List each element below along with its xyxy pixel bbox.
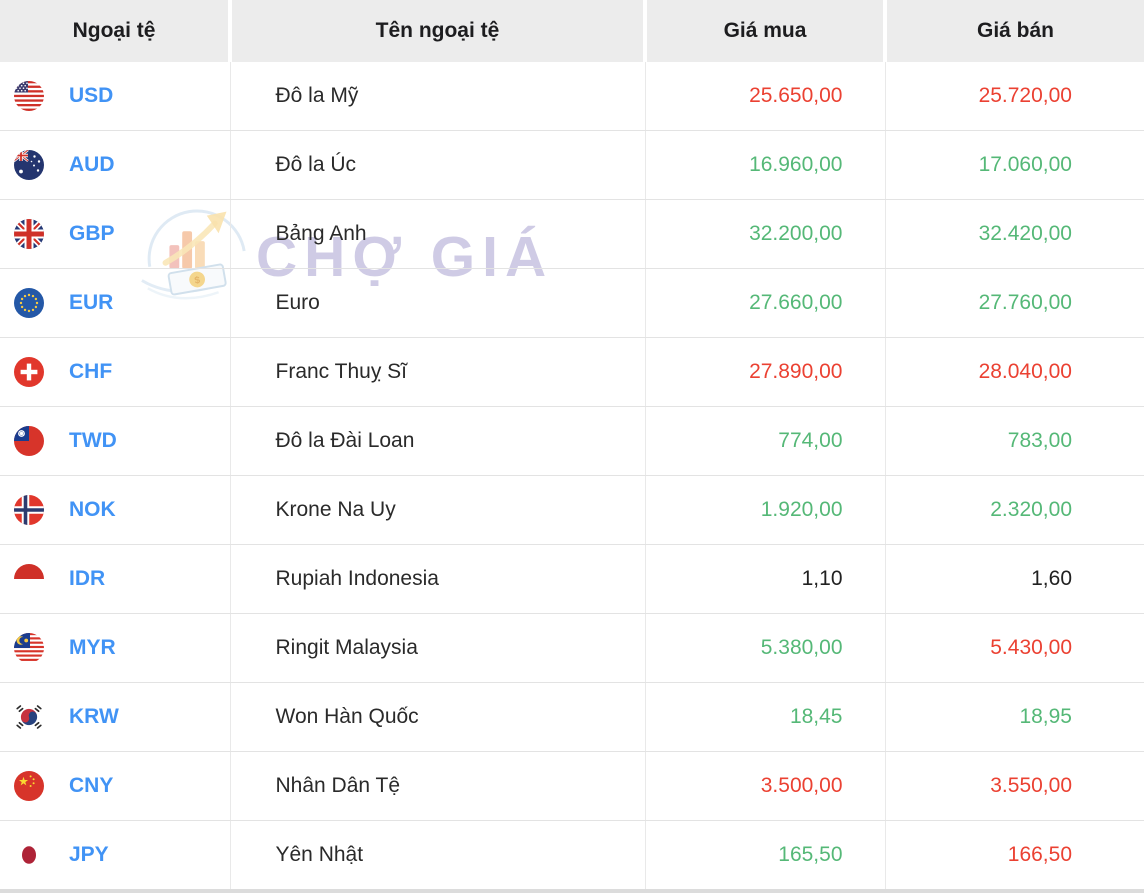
- aud-flag-icon: [14, 150, 44, 180]
- column-header-currency: Ngoại tệ: [0, 0, 230, 62]
- sell-price-value: 783,00: [885, 407, 1144, 476]
- sell-price-value: 25.720,00: [885, 62, 1144, 131]
- currency-code-link[interactable]: CNY: [69, 774, 113, 798]
- sell-price-value: 3.550,00: [885, 752, 1144, 821]
- nok-flag-icon: [14, 495, 44, 525]
- buy-price-value: 5.380,00: [645, 614, 885, 683]
- currency-cell: TWD: [0, 407, 230, 476]
- column-header-sell-price: Giá bán: [885, 0, 1144, 62]
- currency-name: Franc Thuỵ Sĩ: [230, 338, 645, 407]
- currency-row: KRW Won Hàn Quốc 18,45 18,95: [0, 683, 1144, 752]
- sell-price-value: 17.060,00: [885, 131, 1144, 200]
- currency-cell: USD: [0, 62, 230, 131]
- currency-name: Ringit Malaysia: [230, 614, 645, 683]
- sell-price-value: 32.420,00: [885, 200, 1144, 269]
- currency-name: Đô la Đài Loan: [230, 407, 645, 476]
- currency-name: Rupiah Indonesia: [230, 545, 645, 614]
- buy-price-value: 1.920,00: [645, 476, 885, 545]
- currency-row: AUD Đô la Úc 16.960,00 17.060,00: [0, 131, 1144, 200]
- buy-price-value: 774,00: [645, 407, 885, 476]
- currency-code-link[interactable]: TWD: [69, 429, 117, 453]
- jpy-flag-icon: [14, 840, 44, 870]
- sell-price-value: 2.320,00: [885, 476, 1144, 545]
- currency-cell: GBP: [0, 200, 230, 269]
- currency-name: Won Hàn Quốc: [230, 683, 645, 752]
- sell-price-value: 1,60: [885, 545, 1144, 614]
- currency-cell: KRW: [0, 683, 230, 752]
- currency-name: Đô la Úc: [230, 131, 645, 200]
- buy-price-value: 18,45: [645, 683, 885, 752]
- currency-cell: MYR: [0, 614, 230, 683]
- sell-price-value: 28.040,00: [885, 338, 1144, 407]
- buy-price-value: 25.650,00: [645, 62, 885, 131]
- exchange-rate-table: Ngoại tệ Tên ngoại tệ Giá mua Giá bán US…: [0, 0, 1144, 893]
- usd-flag-icon: [14, 81, 44, 111]
- buy-price-value: 27.660,00: [645, 269, 885, 338]
- currency-row: CNY Nhân Dân Tệ 3.500,00 3.550,00: [0, 752, 1144, 821]
- twd-flag-icon: [14, 426, 44, 456]
- currency-row: EUR Euro 27.660,00 27.760,00: [0, 269, 1144, 338]
- currency-name: Krone Na Uy: [230, 476, 645, 545]
- currency-name: Euro: [230, 269, 645, 338]
- table-header-row: Ngoại tệ Tên ngoại tệ Giá mua Giá bán: [0, 0, 1144, 62]
- chf-flag-icon: [14, 357, 44, 387]
- currency-row: TWD Đô la Đài Loan 774,00 783,00: [0, 407, 1144, 476]
- currency-code-link[interactable]: IDR: [69, 567, 105, 591]
- currency-cell: EUR: [0, 269, 230, 338]
- sell-price-value: 27.760,00: [885, 269, 1144, 338]
- currency-row: IDR Rupiah Indonesia 1,10 1,60: [0, 545, 1144, 614]
- myr-flag-icon: [14, 633, 44, 663]
- currency-code-link[interactable]: USD: [69, 84, 113, 108]
- currency-row: NOK Krone Na Uy 1.920,00 2.320,00: [0, 476, 1144, 545]
- currency-cell: CNY: [0, 752, 230, 821]
- sell-price-value: 166,50: [885, 821, 1144, 892]
- sell-price-value: 18,95: [885, 683, 1144, 752]
- currency-name: Bảng Anh: [230, 200, 645, 269]
- currency-name: Nhân Dân Tệ: [230, 752, 645, 821]
- currency-cell: NOK: [0, 476, 230, 545]
- column-header-buy-price: Giá mua: [645, 0, 885, 62]
- currency-code-link[interactable]: NOK: [69, 498, 116, 522]
- currency-row: JPY Yên Nhật 165,50 166,50: [0, 821, 1144, 892]
- buy-price-value: 3.500,00: [645, 752, 885, 821]
- gbp-flag-icon: [14, 219, 44, 249]
- currency-code-link[interactable]: GBP: [69, 222, 115, 246]
- column-header-currency-name: Tên ngoại tệ: [230, 0, 645, 62]
- buy-price-value: 1,10: [645, 545, 885, 614]
- currency-row: USD Đô la Mỹ 25.650,00 25.720,00: [0, 62, 1144, 131]
- buy-price-value: 16.960,00: [645, 131, 885, 200]
- cny-flag-icon: [14, 771, 44, 801]
- eur-flag-icon: [14, 288, 44, 318]
- idr-flag-icon: [14, 564, 44, 594]
- currency-name: Đô la Mỹ: [230, 62, 645, 131]
- currency-name: Yên Nhật: [230, 821, 645, 892]
- buy-price-value: 32.200,00: [645, 200, 885, 269]
- buy-price-value: 27.890,00: [645, 338, 885, 407]
- currency-cell: IDR: [0, 545, 230, 614]
- currency-code-link[interactable]: CHF: [69, 360, 112, 384]
- currency-code-link[interactable]: JPY: [69, 843, 109, 867]
- buy-price-value: 165,50: [645, 821, 885, 892]
- krw-flag-icon: [14, 702, 44, 732]
- currency-code-link[interactable]: EUR: [69, 291, 113, 315]
- currency-code-link[interactable]: KRW: [69, 705, 119, 729]
- currency-cell: AUD: [0, 131, 230, 200]
- currency-code-link[interactable]: MYR: [69, 636, 116, 660]
- currency-row: GBP Bảng Anh 32.200,00 32.420,00: [0, 200, 1144, 269]
- currency-row: CHF Franc Thuỵ Sĩ 27.890,00 28.040,00: [0, 338, 1144, 407]
- currency-cell: CHF: [0, 338, 230, 407]
- currency-row: MYR Ringit Malaysia 5.380,00 5.430,00: [0, 614, 1144, 683]
- currency-code-link[interactable]: AUD: [69, 153, 115, 177]
- sell-price-value: 5.430,00: [885, 614, 1144, 683]
- currency-cell: JPY: [0, 821, 230, 892]
